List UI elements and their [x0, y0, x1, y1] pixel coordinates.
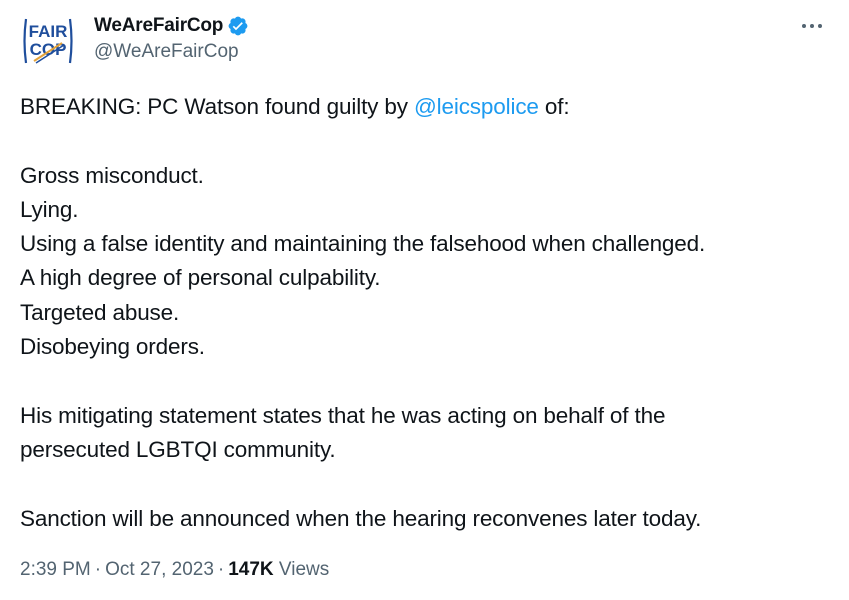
- avatar-text-line1: FAIR: [29, 22, 68, 41]
- mitigating-statement-line2: persecuted LGBTQI community.: [20, 436, 336, 462]
- list-item: Disobeying orders.: [20, 334, 205, 360]
- list-item: Using a false identity and maintaining t…: [20, 231, 706, 257]
- tweet-meta: 2:39 PM · Oct 27, 2023 · 147K Views: [20, 559, 329, 581]
- tweet-date[interactable]: Oct 27, 2023: [105, 559, 214, 580]
- list-item: Lying.: [20, 196, 79, 222]
- breaking-prefix: BREAKING: PC Watson found guilty by: [20, 94, 414, 119]
- more-options-button[interactable]: [797, 14, 827, 38]
- more-horizontal-icon: [802, 24, 822, 28]
- name-row: WeAreFairCop: [94, 13, 249, 39]
- tweet-card: FAIR COP WeAreFairCop @WeAreFairCop BREA…: [0, 0, 849, 600]
- avatar[interactable]: FAIR COP: [20, 13, 76, 69]
- author-info: WeAreFairCop @WeAreFairCop: [94, 13, 249, 63]
- tweet-time[interactable]: 2:39 PM: [20, 559, 91, 580]
- separator: ·: [217, 559, 225, 580]
- tweet-line-breaking: BREAKING: PC Watson found guilty by @lei…: [20, 90, 830, 124]
- separator: ·: [94, 559, 102, 580]
- display-name[interactable]: WeAreFairCop: [94, 15, 223, 37]
- list-item: Gross misconduct.: [20, 162, 204, 188]
- tweet-text: BREAKING: PC Watson found guilty by @lei…: [20, 90, 830, 536]
- verified-badge-icon[interactable]: [227, 15, 249, 37]
- views-count[interactable]: 147K: [228, 559, 273, 580]
- fair-cop-logo-icon: FAIR COP: [23, 18, 73, 64]
- mention-link[interactable]: @leicspolice: [414, 94, 539, 119]
- views-label: Views: [278, 559, 330, 580]
- list-item: A high degree of personal culpability.: [20, 265, 381, 291]
- user-handle[interactable]: @WeAreFairCop: [94, 41, 249, 63]
- sanction-statement: Sanction will be announced when the hear…: [20, 505, 702, 531]
- list-item: Targeted abuse.: [20, 299, 180, 325]
- breaking-suffix: of:: [538, 94, 570, 119]
- mitigating-statement-line1: His mitigating statement states that he …: [20, 402, 666, 428]
